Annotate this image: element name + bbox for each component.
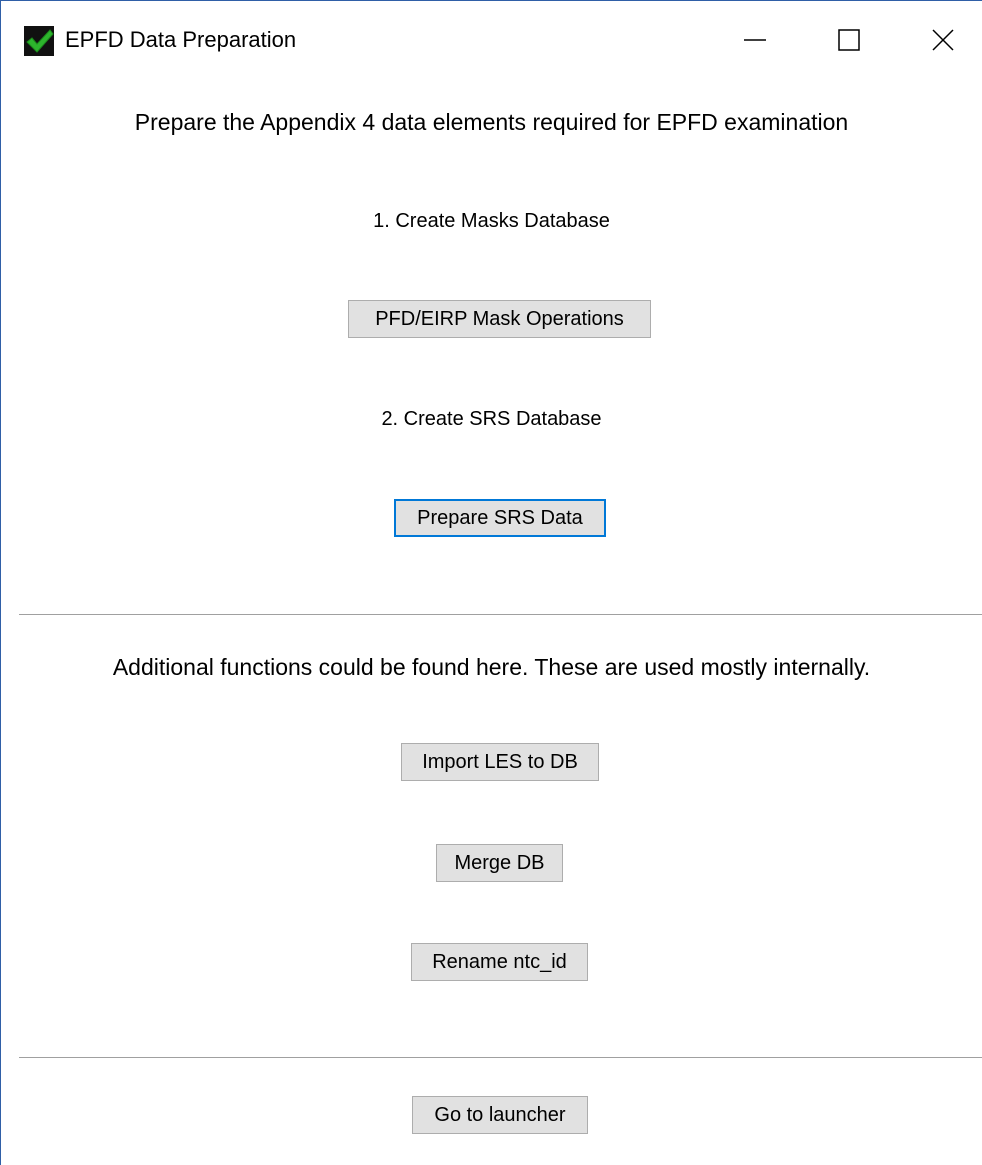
checkmark-icon bbox=[24, 26, 54, 56]
step1-label: 1. Create Masks Database bbox=[373, 210, 610, 232]
mask-operations-button[interactable]: PFD/EIRP Mask Operations bbox=[348, 300, 651, 338]
step2-label: 2. Create SRS Database bbox=[381, 408, 602, 430]
window-title: EPFD Data Preparation bbox=[65, 27, 297, 52]
minimize-icon bbox=[744, 39, 766, 41]
page-heading: Prepare the Appendix 4 data elements req… bbox=[134, 109, 849, 135]
footer-divider bbox=[19, 1057, 982, 1058]
maximize-button[interactable] bbox=[819, 15, 879, 65]
close-button[interactable] bbox=[913, 15, 973, 65]
maximize-icon bbox=[838, 29, 860, 51]
go-to-launcher-button[interactable]: Go to launcher bbox=[412, 1096, 588, 1134]
section-divider bbox=[19, 614, 982, 615]
app-window: EPFD Data Preparation Prepare the Append… bbox=[0, 0, 982, 1165]
close-icon bbox=[932, 29, 954, 51]
additional-heading: Additional functions could be found here… bbox=[112, 654, 871, 680]
prepare-srs-button[interactable]: Prepare SRS Data bbox=[394, 499, 606, 537]
rename-ntc-id-button[interactable]: Rename ntc_id bbox=[411, 943, 588, 981]
title-bar[interactable]: EPFD Data Preparation bbox=[1, 1, 982, 77]
merge-db-button[interactable]: Merge DB bbox=[436, 844, 563, 882]
import-les-button[interactable]: Import LES to DB bbox=[401, 743, 599, 781]
minimize-button[interactable] bbox=[725, 15, 785, 65]
